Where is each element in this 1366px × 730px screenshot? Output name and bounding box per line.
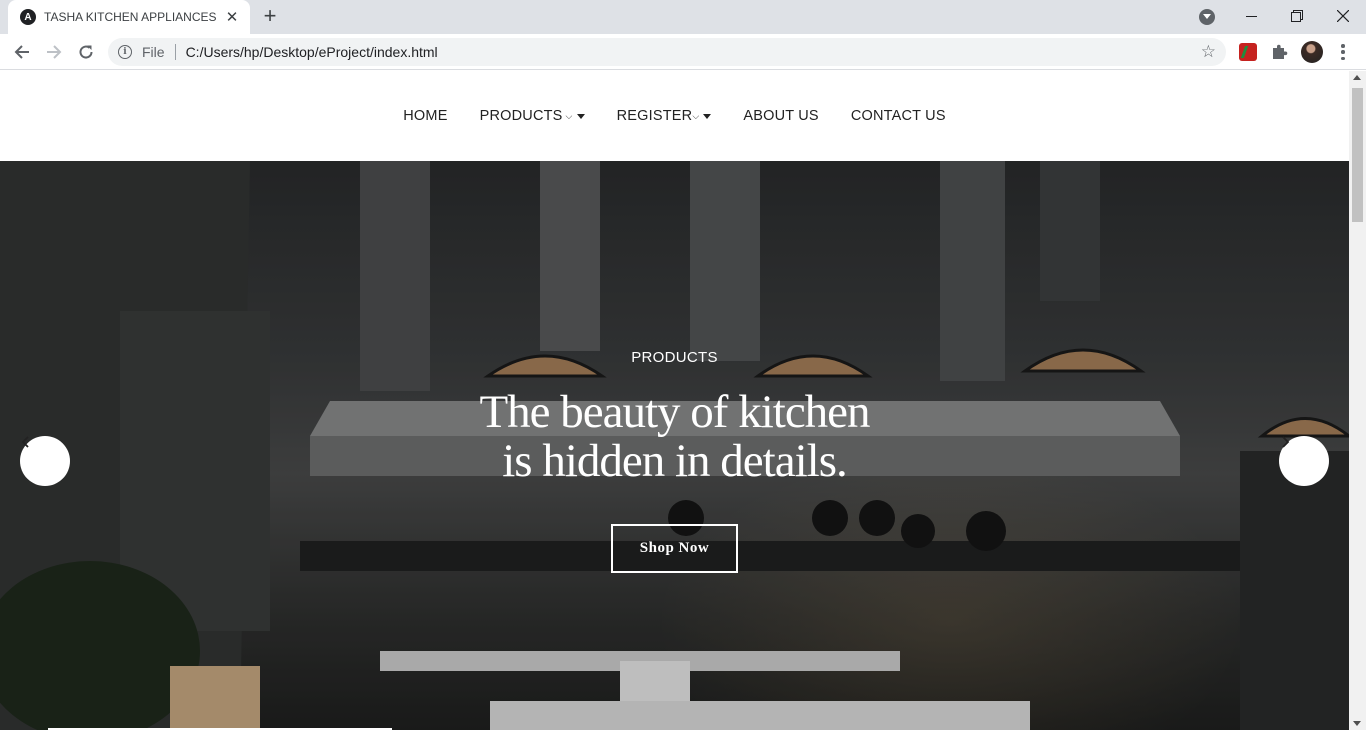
nav-home[interactable]: HOME bbox=[403, 108, 447, 124]
page-viewport: HOME PRODUCTS ⌵ REGISTER ⌵ ABOUT US CONT… bbox=[0, 71, 1349, 730]
scroll-down-arrow-icon[interactable] bbox=[1353, 721, 1361, 726]
tab-search-icon[interactable] bbox=[1199, 9, 1215, 25]
address-separator bbox=[174, 44, 176, 60]
chevron-left-icon bbox=[21, 436, 29, 448]
dropdown-caret-icon bbox=[576, 113, 585, 119]
hero-title: The beauty of kitchen is hidden in detai… bbox=[0, 388, 1349, 486]
shop-now-button[interactable]: Shop Now bbox=[611, 524, 738, 573]
address-bar[interactable]: i File C:/Users/hp/Desktop/eProject/inde… bbox=[108, 38, 1226, 66]
scheme-label: File bbox=[142, 44, 165, 60]
nav-contact-us-label: CONTACT US bbox=[850, 108, 946, 124]
hero-subtitle: PRODUCTS bbox=[631, 349, 718, 366]
nav-about-us-label: ABOUT US bbox=[743, 108, 819, 124]
restore-button[interactable] bbox=[1274, 0, 1320, 32]
site-info-icon[interactable]: i bbox=[118, 45, 132, 59]
close-tab-icon[interactable]: ✕ bbox=[224, 9, 240, 26]
tab-favicon-icon: A bbox=[20, 9, 36, 25]
scroll-up-arrow-icon[interactable] bbox=[1353, 75, 1361, 80]
nav-about-us[interactable]: ABOUT US bbox=[743, 108, 818, 124]
nav-products[interactable]: PRODUCTS ⌵ bbox=[480, 108, 585, 124]
bookmark-star-icon[interactable]: ☆ bbox=[1201, 43, 1216, 61]
nav-contact-us[interactable]: CONTACT US bbox=[851, 108, 946, 124]
hero-title-line-2: is hidden in details. bbox=[502, 435, 848, 487]
forward-button[interactable] bbox=[40, 38, 68, 66]
chevron-right-icon bbox=[1282, 436, 1290, 448]
back-button[interactable] bbox=[8, 38, 36, 66]
site-navbar: HOME PRODUCTS ⌵ REGISTER ⌵ ABOUT US CONT… bbox=[0, 71, 1349, 161]
new-tab-button[interactable]: + bbox=[258, 5, 282, 29]
chevron-down-icon: ⌵ bbox=[692, 110, 700, 121]
nav-home-label: HOME bbox=[403, 108, 448, 124]
tab-title: TASHA KITCHEN APPLIANCES bbox=[44, 10, 217, 24]
carousel-next-button[interactable] bbox=[1279, 436, 1329, 486]
reload-button[interactable] bbox=[72, 38, 100, 66]
hero-title-line-1: The beauty of kitchen bbox=[479, 386, 870, 438]
browser-toolbar: i File C:/Users/hp/Desktop/eProject/inde… bbox=[0, 34, 1366, 70]
address-url[interactable]: C:/Users/hp/Desktop/eProject/index.html bbox=[186, 44, 438, 60]
page-scrollbar[interactable] bbox=[1349, 71, 1366, 730]
nav-register[interactable]: REGISTER ⌵ bbox=[617, 108, 712, 124]
minimize-button[interactable] bbox=[1228, 0, 1274, 32]
hero-carousel: PRODUCTS The beauty of kitchen is hidden… bbox=[0, 161, 1349, 730]
carousel-prev-button[interactable] bbox=[20, 436, 70, 486]
nav-register-label: REGISTER bbox=[616, 108, 693, 124]
browser-tab-bar: A TASHA KITCHEN APPLIANCES ✕ + bbox=[0, 0, 1366, 34]
close-window-button[interactable] bbox=[1320, 0, 1366, 32]
browser-menu-icon[interactable] bbox=[1336, 42, 1350, 62]
extensions-puzzle-icon[interactable] bbox=[1270, 43, 1288, 61]
browser-tab[interactable]: A TASHA KITCHEN APPLIANCES ✕ bbox=[8, 0, 250, 34]
profile-avatar[interactable] bbox=[1301, 41, 1323, 63]
scrollbar-thumb[interactable] bbox=[1352, 88, 1363, 222]
dropdown-caret-icon bbox=[703, 113, 712, 119]
chevron-down-icon: ⌵ bbox=[565, 110, 573, 121]
nav-products-label: PRODUCTS bbox=[479, 108, 563, 124]
extension-icon[interactable] bbox=[1239, 43, 1257, 61]
